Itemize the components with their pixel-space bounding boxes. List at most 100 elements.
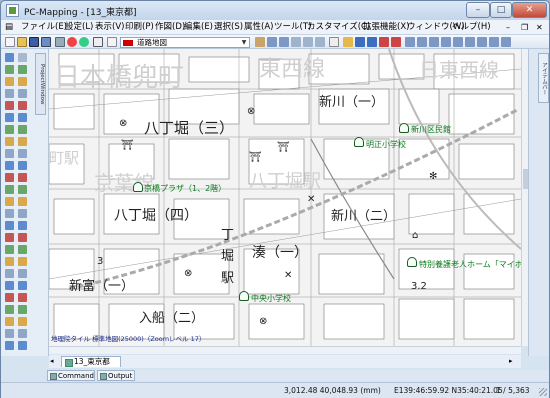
zoom-all-icon[interactable] [303, 37, 313, 47]
undo-icon[interactable] [5, 221, 14, 230]
menu-view[interactable]: 表示(V) [95, 21, 124, 34]
fillet-tool-icon[interactable] [18, 281, 27, 290]
title-bar[interactable]: PC-Mapping - [13_東京都] – □ ✕ [1, 1, 549, 20]
gps-tool-icon[interactable] [5, 329, 14, 338]
overlay-tool-icon[interactable] [18, 173, 27, 182]
copy-tool-icon[interactable] [5, 125, 14, 134]
align-right-icon[interactable] [429, 37, 439, 47]
stop-icon[interactable] [67, 37, 77, 47]
select-arrow-icon[interactable] [5, 53, 14, 62]
text-tool-icon[interactable] [5, 101, 14, 110]
script-tool-icon[interactable] [5, 341, 14, 350]
new-file-icon[interactable] [5, 37, 15, 47]
menu-attribute[interactable]: 属性(A) [244, 21, 273, 34]
map-canvas[interactable]: 日本橋兜町 東西線 京葉線 八丁堀駅 町駅 日東西線 新川（一） 八丁堀（三） … [49, 49, 521, 346]
layer-down-icon[interactable] [18, 233, 27, 242]
grid-tool-icon[interactable] [18, 317, 27, 326]
settings-icon[interactable] [489, 37, 499, 47]
rotate-tool-icon[interactable] [18, 113, 27, 122]
item-bar-tab[interactable]: アイテムバー [538, 53, 549, 103]
symbol-tool-icon[interactable] [18, 101, 27, 110]
mdi-close-icon[interactable]: ✕ [536, 21, 543, 34]
grid-icon[interactable] [93, 37, 103, 47]
layout-icon[interactable] [477, 37, 487, 47]
print-icon[interactable] [55, 37, 65, 47]
minimize-button[interactable]: – [466, 2, 490, 18]
info-tool-icon[interactable] [18, 161, 27, 170]
poi-label[interactable]: 明正小学校 [366, 139, 406, 150]
trim-tool-icon[interactable] [18, 269, 27, 278]
menu-extensions[interactable]: 拡張機能(X) [363, 21, 409, 34]
node-edit-icon[interactable] [5, 149, 14, 158]
project-window-tab[interactable]: ProjectWindow [35, 53, 46, 115]
poi-label[interactable]: 京橋プラザ（1、2階） [144, 183, 226, 194]
delete-tool-icon[interactable] [18, 125, 27, 134]
page-icon[interactable] [329, 37, 339, 47]
polygon-tool-icon[interactable] [5, 77, 14, 86]
buffer-tool-icon[interactable] [5, 173, 14, 182]
poi-building-icon[interactable] [133, 182, 143, 192]
horizontal-scrollbar[interactable] [49, 346, 521, 354]
scale-bar-icon[interactable] [5, 305, 14, 314]
tab-13-tokyo[interactable]: 13_東京都 [61, 356, 121, 367]
image-tool-icon[interactable] [18, 209, 27, 218]
table-icon[interactable] [453, 37, 463, 47]
tab-scroll-left-icon[interactable]: ◂ [50, 357, 54, 365]
menu-customize[interactable]: カスタマイズ(C) [307, 21, 370, 34]
poi-label[interactable]: 新川区民館 [411, 124, 451, 135]
arrow-right-icon[interactable] [391, 37, 401, 47]
zoom-in-icon[interactable] [267, 37, 277, 47]
save-icon[interactable] [29, 37, 39, 47]
legend-icon[interactable] [18, 305, 27, 314]
zoom-window-icon[interactable] [291, 37, 301, 47]
layer-select[interactable]: 道路地図 ▼ [120, 37, 250, 48]
resize-grip-icon[interactable] [539, 388, 547, 396]
document-menu-icon[interactable]: ▤ [5, 21, 19, 34]
join-icon[interactable] [18, 245, 27, 254]
north-arrow-icon[interactable] [18, 293, 27, 302]
arc-tool-icon[interactable] [18, 89, 27, 98]
layer-up-icon[interactable] [5, 233, 14, 242]
line-tool-icon[interactable] [18, 65, 27, 74]
globe-icon[interactable] [79, 37, 89, 47]
menu-select[interactable]: 選択(S) [214, 21, 243, 34]
tab-command[interactable]: Command [47, 370, 95, 381]
save-all-icon[interactable] [41, 37, 51, 47]
offset-tool-icon[interactable] [5, 269, 14, 278]
measure-tool-icon[interactable] [5, 161, 14, 170]
chevron-down-icon[interactable]: ▼ [240, 39, 248, 47]
select-area-icon[interactable] [18, 53, 27, 62]
query-tool-icon[interactable] [5, 185, 14, 194]
photo-tool-icon[interactable] [18, 329, 27, 338]
hatch-tool-icon[interactable] [18, 197, 27, 206]
poi-building-icon[interactable] [399, 123, 409, 133]
attribute-table-icon[interactable] [5, 245, 14, 254]
vertical-scrollbar[interactable] [521, 49, 528, 346]
menu-tools[interactable]: ツール(T) [274, 21, 311, 34]
merge-tool-icon[interactable] [18, 137, 27, 146]
align-center-icon[interactable] [417, 37, 427, 47]
mdi-minimize-icon[interactable]: – [506, 21, 510, 34]
circle-tool-icon[interactable] [5, 89, 14, 98]
rectangle-tool-icon[interactable] [18, 77, 27, 86]
menu-settings[interactable]: 設定(L) [65, 21, 93, 34]
fill-tool-icon[interactable] [5, 197, 14, 206]
zoom-previous-icon[interactable] [315, 37, 325, 47]
scale-tool-icon[interactable] [5, 257, 14, 266]
distribute-icon[interactable] [441, 37, 451, 47]
export-icon[interactable] [501, 37, 511, 47]
align-icon[interactable] [405, 37, 415, 47]
menu-file[interactable]: ファイル(E) [21, 21, 67, 34]
hand-pan-icon[interactable] [255, 37, 265, 47]
extend-tool-icon[interactable] [5, 281, 14, 290]
pencil-icon[interactable] [343, 37, 353, 47]
arrow-down-icon[interactable] [367, 37, 377, 47]
poi-label[interactable]: 中央小学校 [251, 293, 291, 304]
redo-icon[interactable] [18, 221, 27, 230]
frame-tool-icon[interactable] [5, 317, 14, 326]
menu-help[interactable]: ヘルプ(H) [452, 21, 491, 34]
mirror-tool-icon[interactable] [18, 257, 27, 266]
tab-output[interactable]: Output [97, 370, 135, 381]
layer-icon[interactable] [107, 37, 117, 47]
tab-scroll-right-icon[interactable]: ▸ [509, 357, 513, 365]
